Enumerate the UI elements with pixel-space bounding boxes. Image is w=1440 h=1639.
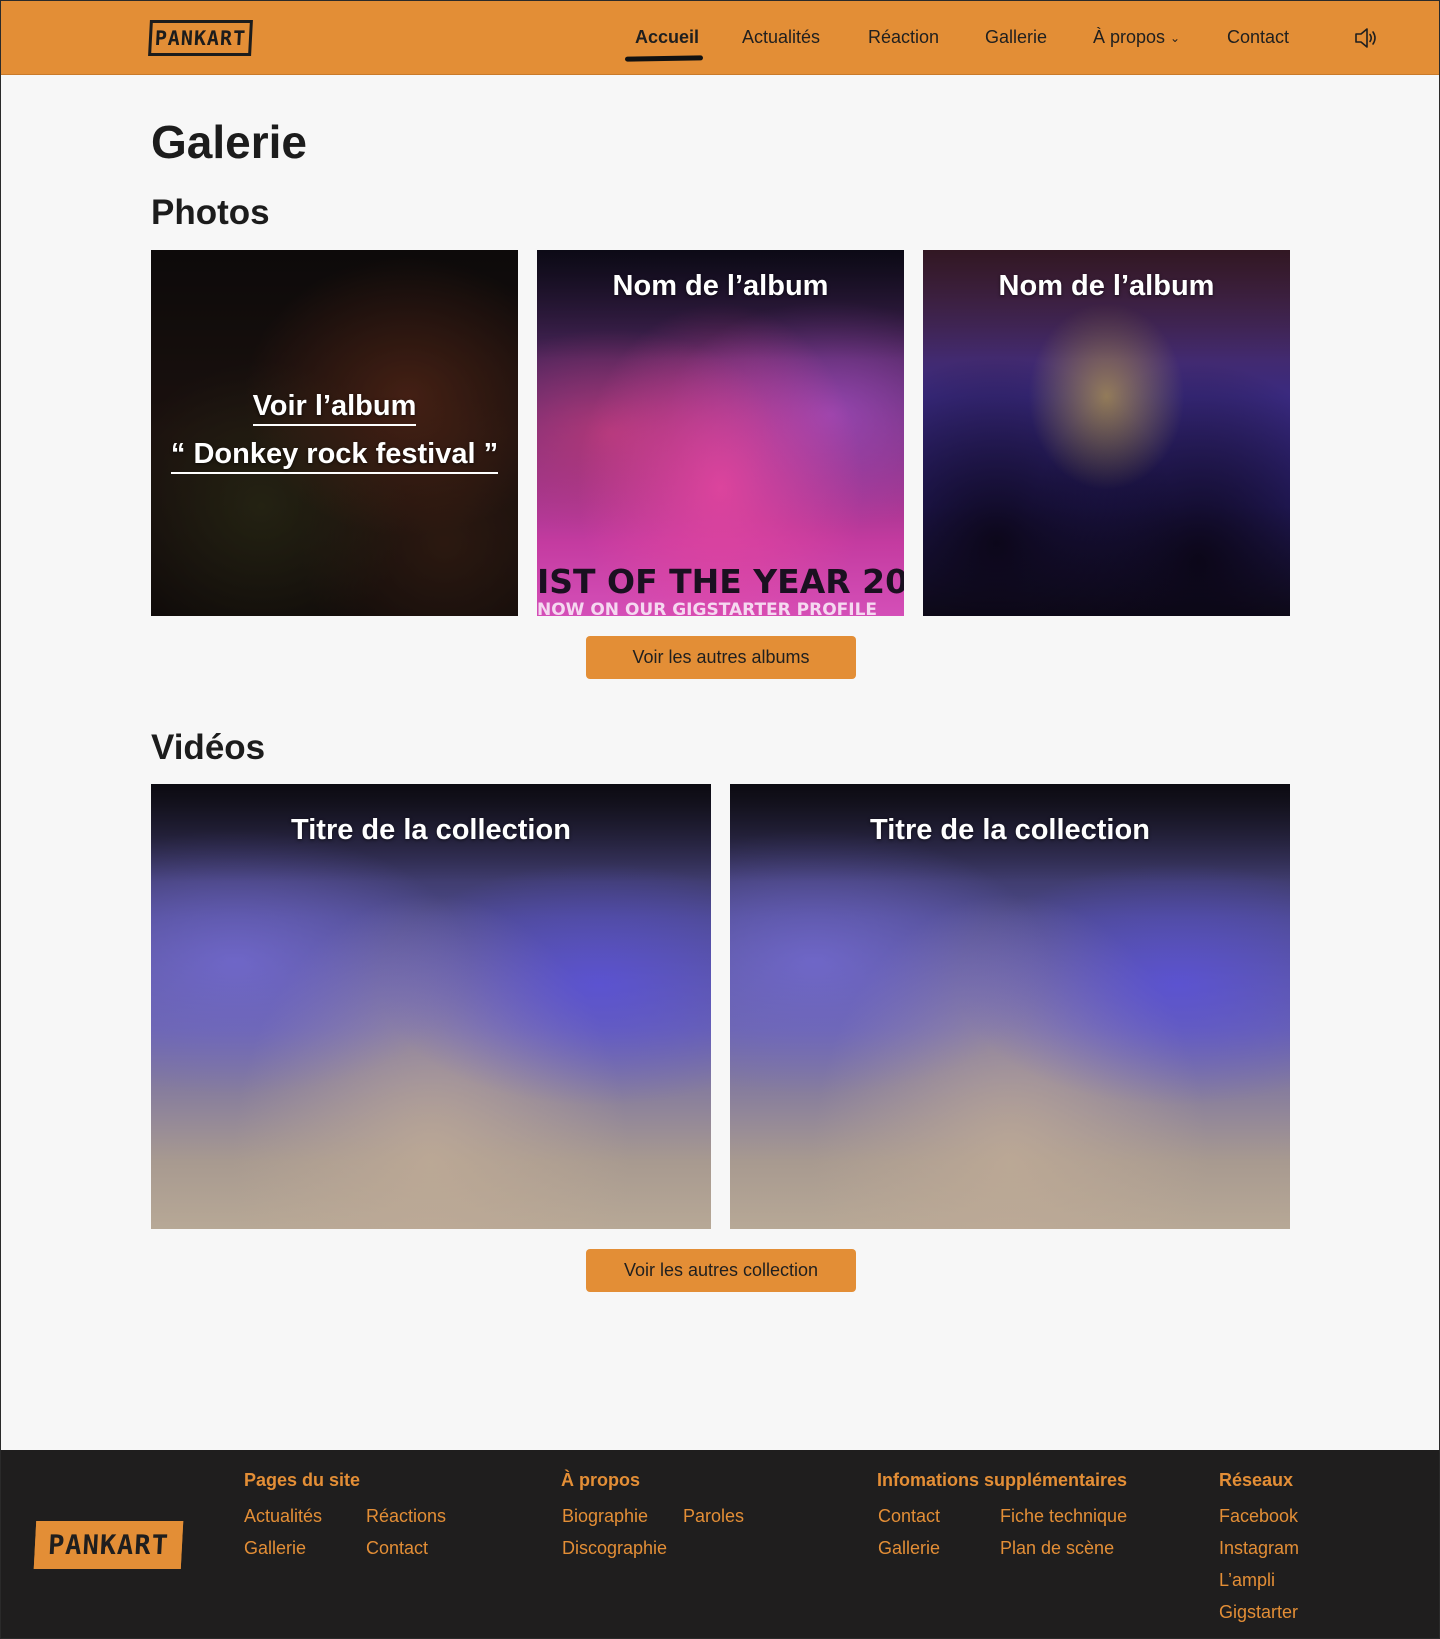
nav-item-reaction[interactable]: Réaction bbox=[868, 27, 939, 48]
main-nav: Accueil Actualités Réaction Gallerie À p… bbox=[1, 1, 1439, 75]
album-title: Nom de l’album bbox=[998, 270, 1215, 302]
footer-link-contact[interactable]: Contact bbox=[366, 1538, 428, 1559]
nav-active-underline bbox=[624, 55, 704, 62]
more-collections-button[interactable]: Voir les autres collection bbox=[586, 1249, 856, 1292]
photo-album-card[interactable]: Nom de l’album bbox=[923, 250, 1290, 616]
footer-logo-text: PANKART bbox=[47, 1529, 170, 1561]
video-collection-card[interactable]: Titre de la collection bbox=[151, 784, 711, 1229]
album-name-label: “ Donkey rock festival ” bbox=[151, 438, 518, 474]
nav-item-accueil[interactable]: Accueil bbox=[635, 27, 699, 48]
footer-heading-infos: Infomations supplémentaires bbox=[877, 1470, 1128, 1490]
card-top-gradient bbox=[730, 784, 1290, 1229]
footer-link-gallerie[interactable]: Gallerie bbox=[244, 1538, 306, 1559]
album-link-label: Voir l’album bbox=[151, 390, 518, 426]
collection-title: Titre de la collection bbox=[291, 814, 571, 846]
chevron-down-icon: ⌄ bbox=[1170, 31, 1181, 46]
video-collection-card[interactable]: Titre de la collection bbox=[730, 784, 1290, 1229]
page-title: Galerie bbox=[151, 116, 307, 168]
album-title: Nom de l’album bbox=[612, 270, 829, 302]
collection-title: Titre de la collection bbox=[870, 814, 1150, 846]
footer-heading-pages: Pages du site bbox=[244, 1470, 361, 1490]
footer-link-lampli[interactable]: L’ampli bbox=[1219, 1570, 1275, 1591]
site-header: PANKART Accueil Actualités Réaction Gall… bbox=[1, 1, 1439, 75]
footer-logo[interactable]: PANKART bbox=[33, 1521, 184, 1569]
footer-link-gigstarter[interactable]: Gigstarter bbox=[1219, 1602, 1298, 1623]
card-top-gradient bbox=[923, 250, 1290, 616]
photo-album-card[interactable]: Voir l’album “ Donkey rock festival ” bbox=[151, 250, 518, 616]
footer-link-facebook[interactable]: Facebook bbox=[1219, 1506, 1298, 1527]
footer-link-paroles[interactable]: Paroles bbox=[683, 1506, 744, 1527]
more-albums-button[interactable]: Voir les autres albums bbox=[586, 636, 856, 679]
card-top-gradient bbox=[151, 784, 711, 1229]
footer-link-discographie[interactable]: Discographie bbox=[562, 1538, 667, 1559]
nav-item-contact[interactable]: Contact bbox=[1227, 27, 1289, 48]
speaker-icon[interactable] bbox=[1353, 25, 1379, 51]
photos-heading: Photos bbox=[151, 193, 270, 232]
nav-item-gallerie[interactable]: Gallerie bbox=[985, 27, 1047, 48]
card-dark-overlay bbox=[151, 250, 518, 616]
banner-text: IST OF THE YEAR 202 bbox=[537, 562, 904, 601]
footer-link-contact-2[interactable]: Contact bbox=[878, 1506, 940, 1527]
footer-link-plan-de-scene[interactable]: Plan de scène bbox=[1000, 1538, 1114, 1559]
nav-item-a-propos[interactable]: À propos ⌄ bbox=[1093, 27, 1180, 48]
videos-heading: Vidéos bbox=[151, 728, 266, 767]
nav-item-a-propos-label: À propos bbox=[1093, 27, 1166, 47]
footer-link-fiche-technique[interactable]: Fiche technique bbox=[1000, 1506, 1127, 1527]
nav-item-actualites[interactable]: Actualités bbox=[742, 27, 820, 48]
footer-heading-reseaux: Réseaux bbox=[1219, 1470, 1294, 1490]
footer-heading-a-propos: À propos bbox=[561, 1470, 640, 1490]
footer-link-gallerie-2[interactable]: Gallerie bbox=[878, 1538, 940, 1559]
footer-link-reactions[interactable]: Réactions bbox=[366, 1506, 446, 1527]
footer-link-instagram[interactable]: Instagram bbox=[1219, 1538, 1299, 1559]
site-footer: PANKART Pages du site Actualités Réactio… bbox=[1, 1450, 1439, 1638]
banner-subtext: NOW ON OUR GIGSTARTER PROFILE bbox=[537, 600, 878, 616]
photo-album-card[interactable]: Nom de l’album IST OF THE YEAR 202 NOW O… bbox=[537, 250, 904, 616]
footer-link-actualites[interactable]: Actualités bbox=[244, 1506, 322, 1527]
footer-link-biographie[interactable]: Biographie bbox=[562, 1506, 648, 1527]
